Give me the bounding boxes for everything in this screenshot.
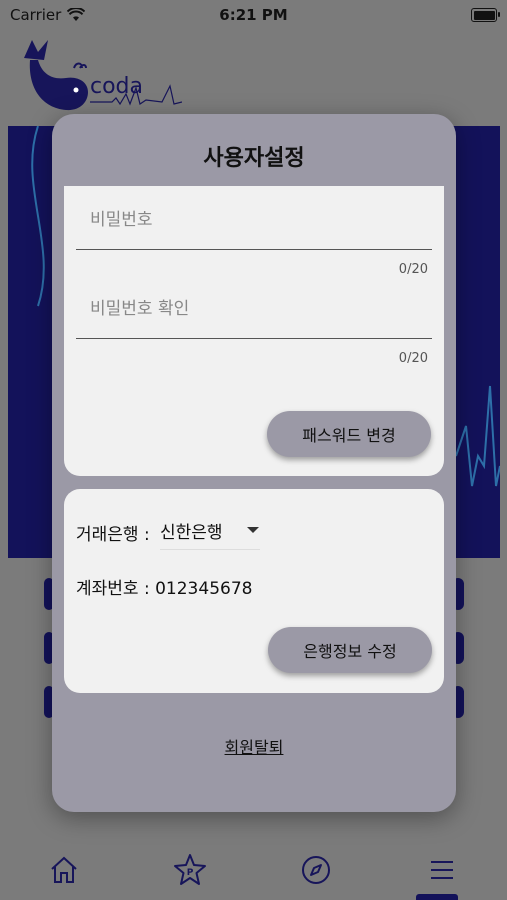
password-field-wrapper (76, 190, 432, 250)
status-left: Carrier (10, 6, 86, 24)
nav-menu[interactable] (422, 850, 462, 890)
dropdown-arrow-icon (247, 527, 259, 533)
password-confirm-counter: 0/20 (398, 351, 428, 366)
logo-text: coda (90, 74, 144, 99)
account-number-value: 012345678 (155, 579, 253, 599)
password-card: 0/20 0/20 패스워드 변경 (64, 186, 444, 476)
carrier-label: Carrier (10, 6, 62, 24)
bank-info-card: 거래은행 : 신한은행 계좌번호 : 012345678 은행정보 수정 (64, 489, 444, 693)
compass-icon (302, 856, 330, 884)
confirm-field-wrapper (76, 279, 432, 339)
nav-home[interactable] (44, 850, 84, 890)
user-settings-dialog: 사용자설정 0/20 0/20 패스워드 변경 거래은행 : 신한은행 계좌번호… (52, 114, 456, 812)
bank-label: 거래은행 : (76, 525, 150, 545)
nav-active-indicator (416, 894, 458, 900)
change-password-button[interactable]: 패스워드 변경 (267, 411, 431, 457)
account-number-row: 계좌번호 : 012345678 (76, 574, 252, 599)
home-icon (51, 856, 77, 883)
nav-explore[interactable] (296, 850, 336, 890)
svg-text:P: P (187, 868, 194, 878)
wifi-icon (67, 8, 86, 21)
bank-select[interactable]: 신한은행 (160, 511, 260, 550)
edit-bank-info-button[interactable]: 은행정보 수정 (268, 627, 432, 673)
dialog-title: 사용자설정 (203, 146, 305, 171)
account-label: 계좌번호 : (76, 579, 150, 599)
password-counter: 0/20 (398, 262, 428, 277)
password-confirm-input[interactable] (76, 279, 432, 339)
menu-icon (431, 861, 453, 879)
password-input[interactable] (76, 190, 432, 250)
nav-points[interactable]: P (170, 850, 210, 890)
withdraw-membership-link[interactable]: 회원탈퇴 (52, 734, 456, 758)
bank-select-value: 신한은행 (160, 522, 223, 543)
status-bar: Carrier 6:21 PM (0, 0, 507, 30)
battery-icon (471, 8, 500, 22)
bottom-navigation: P (0, 836, 507, 900)
star-p-icon: P (174, 854, 206, 885)
